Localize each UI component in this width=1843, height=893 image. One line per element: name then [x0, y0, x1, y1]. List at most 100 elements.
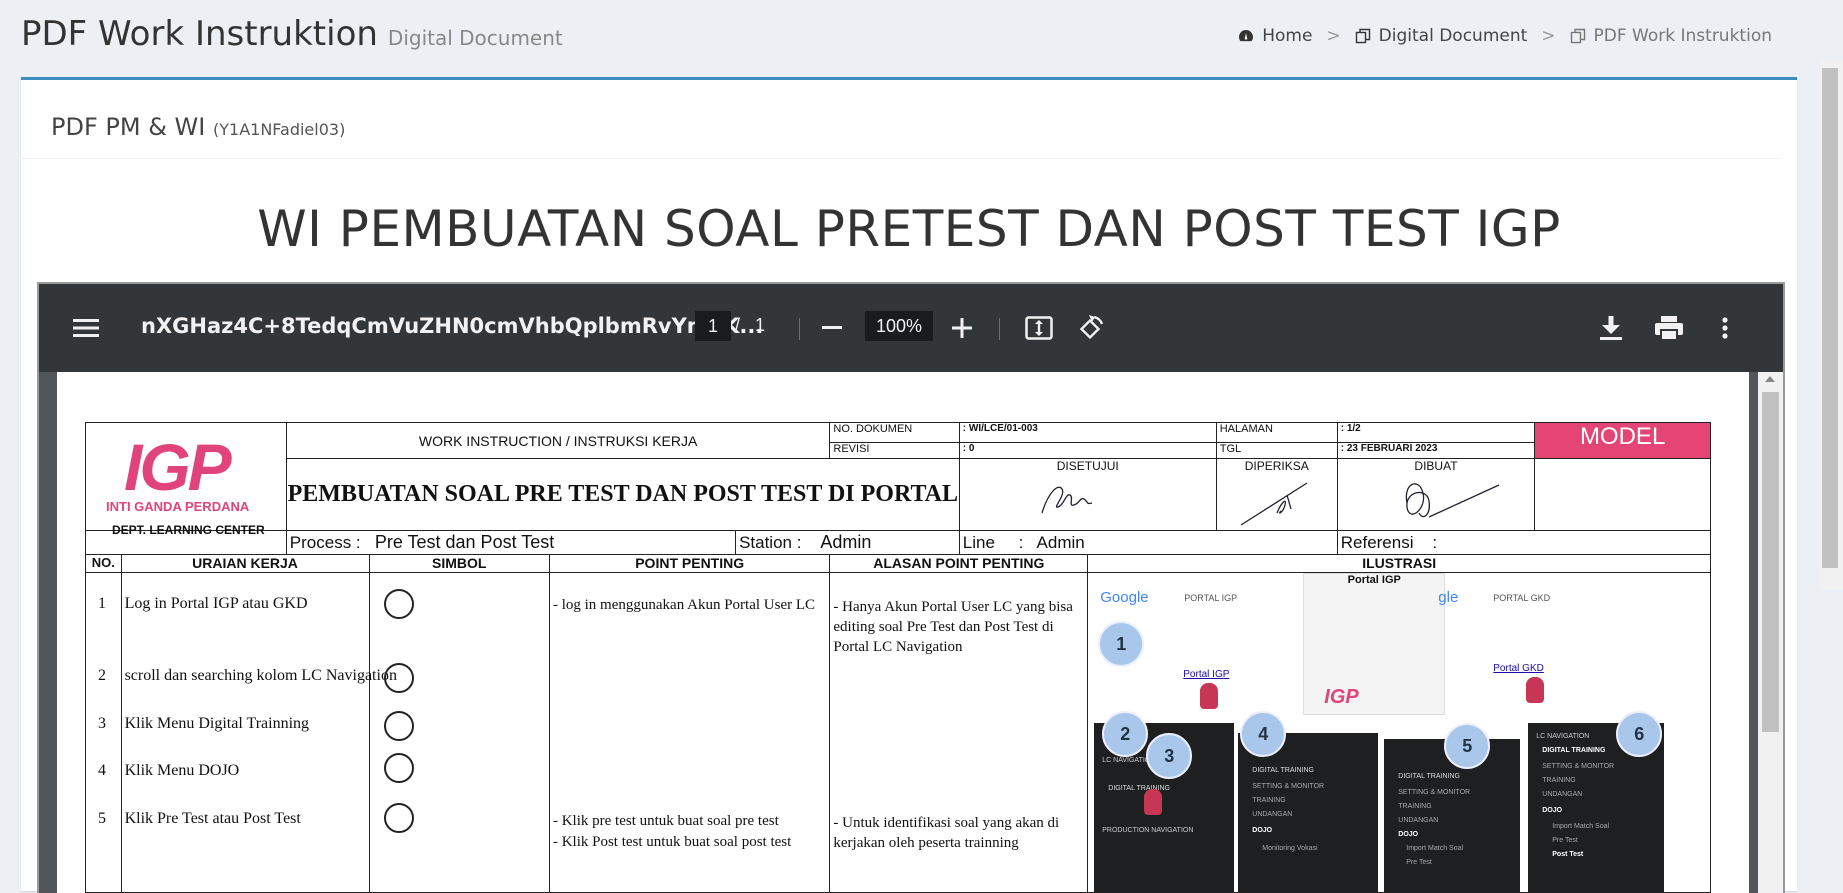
uraian-kerja-text: Log in Portal IGP atau GKD — [124, 595, 308, 612]
tgl-label: TGL — [1215, 442, 1338, 459]
line-label: Line — [962, 532, 995, 552]
simbol-circle — [383, 753, 414, 783]
halaman-value: : 1/2 — [1336, 422, 1536, 443]
step-bubble: 2 — [1102, 711, 1149, 757]
menu-dojo: DOJO — [1542, 807, 1563, 814]
simbol-circle — [383, 589, 414, 619]
rotate-button[interactable] — [1073, 284, 1109, 372]
station-cell: Station : Admin — [735, 530, 960, 555]
menu-post-test: Post Test — [1552, 851, 1584, 858]
menu-undangan: UNDANGAN — [1252, 811, 1293, 818]
toolbar-divider — [799, 318, 800, 340]
breadcrumb-digital-document[interactable]: Digital Document — [1379, 26, 1528, 46]
breadcrumb: Home > Digital Document > PDF Work Instr… — [1238, 26, 1772, 46]
column-header: POINT PENTING — [548, 554, 831, 573]
step-bubble: 1 — [1098, 621, 1145, 667]
work-instruction-table: IGP INTI GANDA PERDANA DEPT. LEARNING CE… — [85, 422, 1712, 893]
zoom-input[interactable]: 100% — [865, 311, 933, 341]
uraian-kerja-text: Klik Pre Test atau Post Test — [124, 810, 301, 827]
copy-icon — [1355, 28, 1370, 44]
halaman-label: HALAMAN — [1215, 422, 1338, 443]
page-scrollbar-thumb[interactable] — [1822, 68, 1838, 568]
toolbar-divider — [999, 318, 1000, 340]
referensi-cell: Referensi : — [1336, 530, 1712, 555]
google-logo: gle — [1438, 589, 1459, 606]
box-title-text: PDF PM & WI — [51, 113, 206, 141]
portal-igp-search: PORTAL IGP — [1184, 593, 1238, 603]
signature-image — [1041, 486, 1092, 514]
pdf-scrollbar-thumb[interactable] — [1762, 392, 1779, 732]
box-header: PDF PM & WI (Y1A1NFadiel03) — [21, 80, 1781, 159]
station-label: Station : — [739, 533, 802, 552]
step-bubble: 6 — [1616, 711, 1663, 757]
print-icon — [1655, 316, 1683, 340]
point-penting-text: - Klik pre test untuk buat soal pre test — [552, 813, 779, 829]
menu-pre-test: Pre Test — [1406, 859, 1432, 866]
breadcrumb-home[interactable]: Home — [1262, 26, 1312, 46]
more-options-button[interactable] — [1713, 284, 1737, 372]
simbol-circle — [383, 663, 414, 693]
revisi-value: : 0 — [958, 442, 1217, 459]
copy-icon — [1570, 28, 1585, 44]
alasan-text: - Untuk identifikasi soal yang akan di k… — [833, 815, 1060, 851]
content-box: PDF PM & WI (Y1A1NFadiel03) WI PEMBUATAN… — [21, 77, 1797, 893]
column-header: NO. — [85, 554, 122, 573]
tgl-value: : 23 FEBRUARI 2023 — [1336, 442, 1536, 459]
more-vert-icon — [1722, 317, 1728, 339]
column-header: SIMBOL — [368, 554, 550, 573]
model-label: MODEL — [1534, 422, 1711, 459]
menu-training: TRAINING — [1252, 797, 1286, 804]
igp-small-logo: IGP — [1324, 686, 1359, 708]
process-value: Pre Test dan Post Test — [374, 532, 555, 552]
box-title-code: (Y1A1NFadiel03) — [213, 120, 346, 139]
page-scrollbar[interactable] — [1819, 60, 1843, 590]
disetujui-label: DISETUJUI — [1056, 459, 1119, 473]
menu-digital-training: DIGITAL TRAINING — [1252, 767, 1314, 774]
document-title: PEMBUATAN SOAL PRE TEST DAN POST TEST DI… — [285, 458, 960, 531]
menu-lc-navigation: LC NAVIGATION — [1536, 733, 1590, 740]
content-header: PDF Work Instruktion Digital Document Hom… — [0, 0, 1818, 78]
menu-pre-test: Pre Test — [1552, 837, 1578, 844]
step-bubble: 3 — [1146, 733, 1193, 779]
menu-production-navigation: PRODUCTION NAVIGATION — [1102, 827, 1194, 834]
page-title: PDF Work Instruktion Digital Document — [21, 14, 563, 54]
no-dokumen-value: : WI/LCE/01-003 — [958, 422, 1217, 443]
uraian-kerja-column: Log in Portal IGP atau GKD scroll dan se… — [120, 572, 397, 893]
print-button[interactable] — [1651, 284, 1687, 372]
simbol-column — [368, 572, 550, 893]
menu-icon[interactable] — [71, 284, 101, 372]
zoom-in-button[interactable] — [945, 284, 979, 372]
portal-gkd-link: Portal GKD — [1493, 663, 1544, 674]
scroll-up-arrow-icon[interactable] — [1765, 376, 1775, 382]
model-blank-cell — [1534, 458, 1711, 531]
pdf-viewer: nXGHaz4C+8TedqCmVuZHN0cmVhbQplbmRvYmoK..… — [37, 282, 1785, 893]
no-dokumen-label: NO. DOKUMEN — [829, 422, 960, 443]
row-numbers: 1 2 3 4 5 — [85, 572, 122, 893]
process-label: Process : — [289, 533, 361, 552]
fit-page-icon — [1025, 316, 1053, 340]
menu-undangan: UNDANGAN — [1398, 817, 1439, 824]
menu-setting-monitor: SETTING & MONITOR — [1398, 789, 1471, 796]
google-logo: Google — [1100, 589, 1149, 606]
plus-icon — [952, 318, 972, 338]
download-button[interactable] — [1593, 284, 1629, 372]
menu-monitoring-vokasi: Monitoring Vokasi — [1262, 845, 1318, 852]
menu-dojo: DOJO — [1252, 827, 1273, 834]
diperiksa-cell: DIPERIKSA — [1215, 458, 1338, 531]
pdf-page: IGP INTI GANDA PERDANA DEPT. LEARNING CE… — [57, 372, 1749, 893]
signature-image — [1405, 483, 1500, 518]
pdf-scrollbar[interactable] — [1758, 372, 1783, 893]
column-header: ILUSTRASI — [1087, 554, 1711, 573]
ilustrasi-column: Google PORTAL IGP Portal IGP Portal IGP … — [1087, 572, 1711, 893]
menu-digital-training: DIGITAL TRAINING — [1108, 785, 1170, 792]
alasan-column: - Hanya Akun Portal User LC yang bisa ed… — [829, 572, 1089, 893]
pointer-hand-icon — [1200, 683, 1219, 709]
station-value: Admin — [820, 532, 872, 552]
page-number-input[interactable]: 1 — [695, 311, 731, 341]
company-name: INTI GANDA PERDANA — [106, 499, 250, 514]
breadcrumb-separator: > — [1541, 26, 1556, 46]
fit-page-button[interactable] — [1021, 284, 1057, 372]
zoom-out-button[interactable] — [815, 284, 849, 372]
disetujui-cell: DISETUJUI — [958, 458, 1217, 531]
page-title-text: PDF Work Instruktion — [21, 14, 378, 54]
